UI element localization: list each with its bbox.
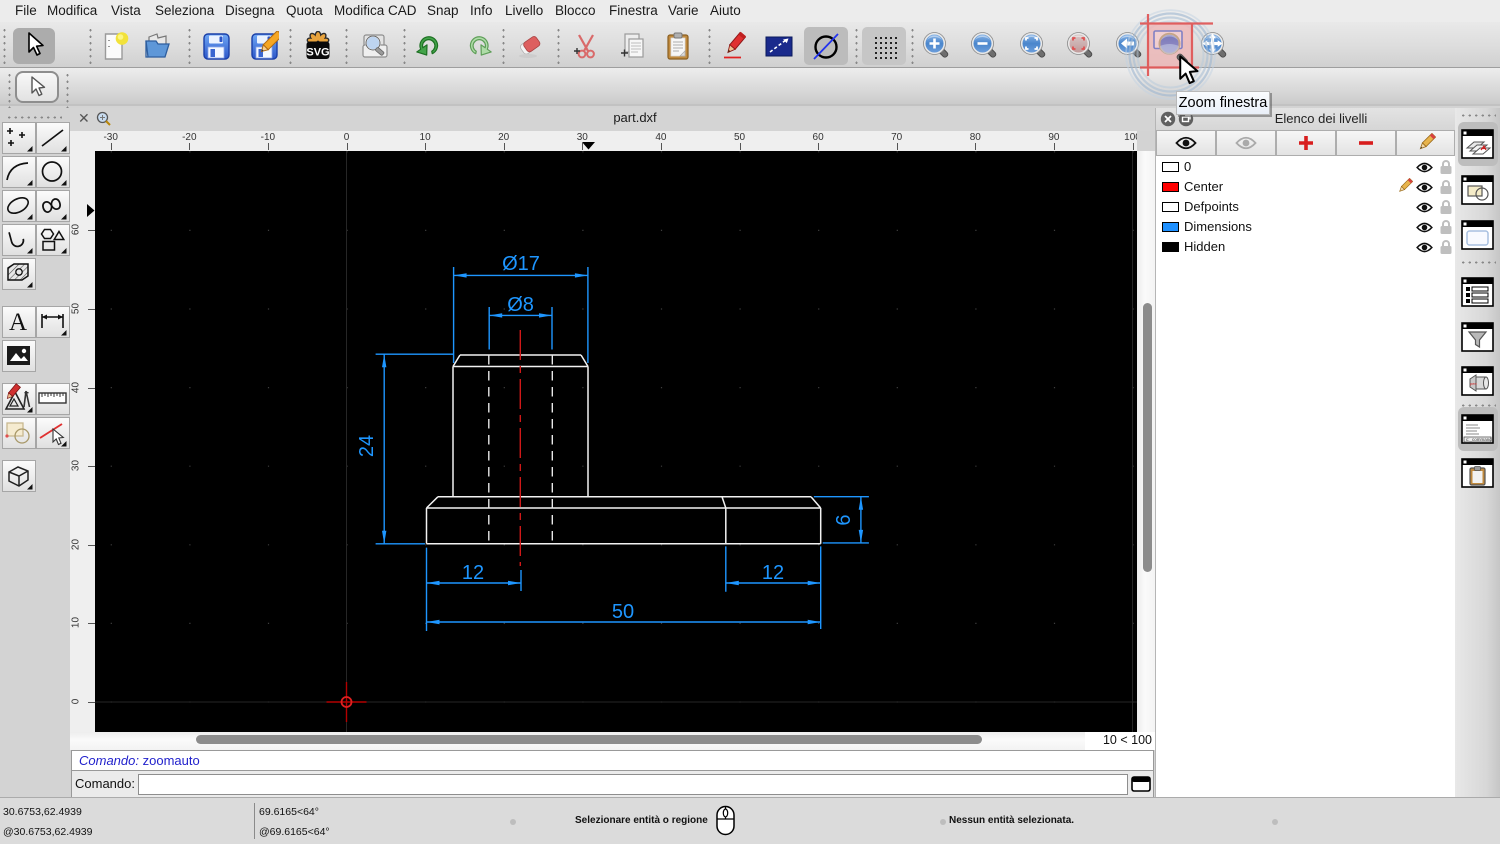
svg-text:50: 50 xyxy=(612,601,634,623)
svg-text:pen: pen xyxy=(1470,381,1477,386)
svg-text:Ø17: Ø17 xyxy=(502,253,540,275)
svg-text:24: 24 xyxy=(356,435,378,457)
svg-text:c:_command: c:_command xyxy=(1466,437,1492,442)
svg-text:12: 12 xyxy=(462,562,484,584)
svg-text:Ø8: Ø8 xyxy=(507,294,534,316)
svg-text:A: A xyxy=(9,309,27,336)
svg-text:6: 6 xyxy=(833,514,855,525)
svg-text:SVG: SVG xyxy=(306,47,329,59)
svg-text:12: 12 xyxy=(762,562,784,584)
